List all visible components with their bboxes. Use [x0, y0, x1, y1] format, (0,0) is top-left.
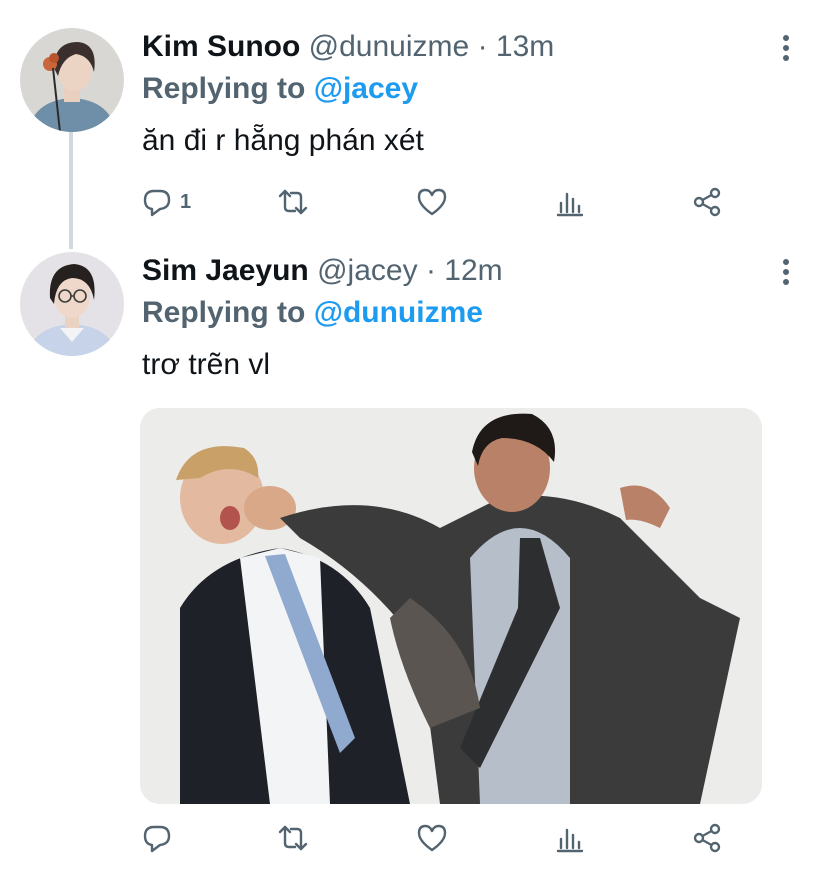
tweet-header: Sim Jaeyun @jacey · 12m — [142, 254, 503, 288]
separator: · — [477, 30, 488, 63]
media-illustration — [140, 408, 762, 804]
like-button[interactable] — [415, 182, 449, 222]
avatar[interactable] — [20, 28, 124, 132]
analytics-icon — [556, 192, 584, 217]
more-icon[interactable] — [772, 254, 800, 290]
handle[interactable]: @dunuizme — [309, 30, 470, 63]
retweet-icon — [278, 825, 308, 851]
action-bar: 1 — [140, 182, 740, 222]
tweet-text: trơ trẽn vl — [142, 348, 271, 381]
display-name[interactable]: Sim Jaeyun — [142, 254, 309, 287]
reply-count: 1 — [180, 190, 192, 213]
replying-to: Replying to @jacey — [142, 72, 418, 106]
share-icon — [693, 823, 721, 853]
like-icon — [417, 824, 447, 852]
handle[interactable]: @jacey — [317, 254, 418, 287]
like-button[interactable] — [415, 818, 449, 858]
replying-label: Replying to — [142, 296, 306, 329]
share-button[interactable] — [690, 182, 724, 222]
analytics-icon — [556, 828, 584, 853]
separator: · — [425, 254, 436, 287]
retweet-icon — [278, 189, 308, 215]
mention-link[interactable]: @dunuizme — [314, 296, 483, 329]
reply-icon — [143, 825, 171, 853]
more-icon[interactable] — [772, 30, 800, 66]
tweet-media-image[interactable] — [140, 408, 762, 804]
tweet-header: Kim Sunoo @dunuizme · 13m — [142, 30, 554, 64]
avatar-image — [20, 252, 124, 356]
thread-line — [69, 132, 73, 249]
share-button[interactable] — [690, 818, 724, 858]
avatar-image — [20, 28, 124, 132]
timestamp[interactable]: 12m — [444, 254, 502, 287]
mention-link[interactable]: @jacey — [314, 72, 418, 105]
avatar[interactable] — [20, 252, 124, 356]
replying-label: Replying to — [142, 72, 306, 105]
share-icon — [693, 187, 721, 217]
action-bar — [140, 818, 740, 858]
retweet-button[interactable] — [276, 818, 310, 858]
tweet-text: ăn đi r hẵng phán xét — [142, 124, 424, 157]
like-icon — [417, 188, 447, 216]
timestamp[interactable]: 13m — [496, 30, 554, 63]
reply-button[interactable]: 1 — [140, 182, 191, 222]
analytics-button[interactable] — [553, 818, 587, 858]
analytics-button[interactable] — [553, 182, 587, 222]
reply-icon — [143, 189, 171, 217]
display-name[interactable]: Kim Sunoo — [142, 30, 300, 63]
retweet-button[interactable] — [276, 182, 310, 222]
reply-button[interactable] — [140, 818, 180, 858]
replying-to: Replying to @dunuizme — [142, 296, 483, 330]
